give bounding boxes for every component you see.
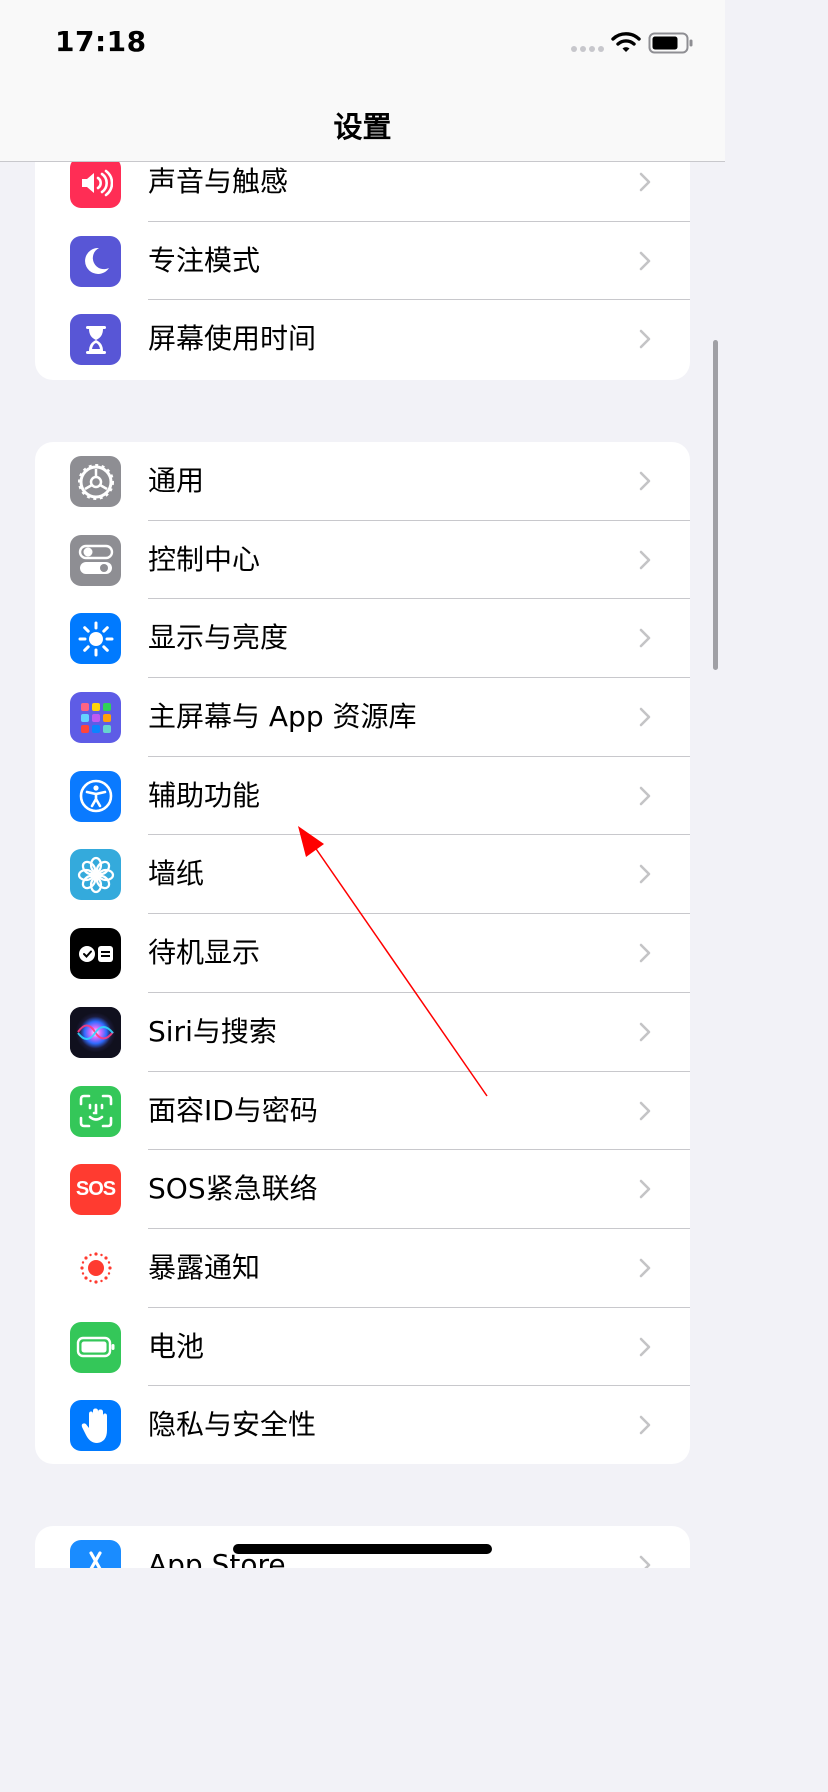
wifi-icon: [611, 32, 641, 52]
settings-row[interactable]: SOS SOS紧急联络: [35, 1150, 690, 1229]
standby-icon: [70, 928, 121, 980]
flower-icon: [70, 849, 121, 901]
settings-row[interactable]: 专注模式: [35, 222, 690, 301]
chevron-right-icon: [638, 549, 652, 575]
sos-icon: SOS: [70, 1164, 121, 1216]
settings-row[interactable]: 电池: [35, 1308, 690, 1387]
toggles-icon: [70, 534, 121, 586]
settings-row-label: 隐私与安全性: [148, 1408, 317, 1442]
settings-row-label: 待机显示: [148, 936, 261, 970]
cellular-signal-icon: [571, 46, 604, 52]
chevron-right-icon: [638, 328, 652, 354]
scroll-indicator[interactable]: [713, 340, 718, 670]
settings-row[interactable]: 显示与亮度: [35, 599, 690, 679]
navigation-header: 17:18 设置: [0, 0, 725, 162]
settings-row-label: 辅助功能: [148, 778, 261, 812]
settings-row[interactable]: 辅助功能: [35, 757, 690, 836]
chevron-right-icon: [638, 171, 652, 197]
chevron-right-icon: [638, 1336, 652, 1362]
chevron-right-icon: [638, 627, 652, 653]
home-indicator[interactable]: [233, 1544, 492, 1554]
gear-icon: [70, 456, 121, 507]
settings-row[interactable]: 屏幕使用时间: [35, 300, 690, 379]
settings-row-label: 主屏幕与 App 资源库: [148, 700, 417, 734]
settings-row[interactable]: 通用: [35, 442, 690, 521]
settings-group-2: 通用控制中心显示与亮度主屏幕与 App 资源库 辅助功能墙纸待机显示 Siri与搜索…: [35, 442, 690, 1464]
settings-row[interactable]: 待机显示: [35, 914, 690, 993]
settings-row-label: SOS紧急联络: [148, 1172, 318, 1206]
faceid-icon: [70, 1085, 121, 1137]
app-grid-icon: [70, 692, 121, 744]
chevron-right-icon: [638, 1414, 652, 1440]
settings-row-label: 专注模式: [148, 243, 261, 277]
chevron-right-icon: [638, 785, 652, 811]
chevron-right-icon: [638, 942, 652, 968]
hourglass-icon: [70, 314, 121, 366]
page-title: 设置: [333, 110, 392, 144]
settings-row-label: 控制中心: [148, 542, 261, 576]
settings-row[interactable]: 面容ID与密码: [35, 1072, 690, 1151]
hand-icon: [70, 1400, 121, 1452]
settings-row-label: 墙纸: [148, 857, 205, 891]
settings-row-label: 面容ID与密码: [148, 1093, 318, 1127]
sos-icon-text: SOS: [75, 1178, 116, 1201]
status-time: 17:18: [55, 25, 147, 58]
sun-icon: [70, 613, 121, 665]
settings-row[interactable]: Siri与搜索: [35, 993, 690, 1072]
settings-row[interactable]: 主屏幕与 App 资源库: [35, 678, 690, 757]
battery-status-icon: [648, 32, 693, 54]
chevron-right-icon: [638, 1178, 652, 1204]
settings-row-label: 屏幕使用时间: [148, 322, 317, 356]
exposure-icon: [70, 1242, 121, 1294]
settings-row[interactable]: 暴露通知: [35, 1229, 690, 1308]
settings-row-label: 显示与亮度: [148, 621, 289, 655]
chevron-right-icon: [638, 470, 652, 496]
settings-row-label: Siri与搜索: [148, 1014, 277, 1048]
battery-icon: [70, 1321, 121, 1373]
chevron-right-icon: [638, 1100, 652, 1126]
settings-row-label: 声音与触感: [148, 165, 289, 198]
chevron-right-icon: [638, 1554, 652, 1568]
chevron-right-icon: [638, 706, 652, 732]
chevron-right-icon: [638, 863, 652, 889]
settings-row[interactable]: 控制中心: [35, 521, 690, 600]
siri-icon: [70, 1006, 121, 1058]
settings-row-label: 电池: [148, 1329, 205, 1363]
settings-row-label: 通用: [148, 464, 205, 497]
accessibility-icon: [70, 770, 121, 822]
settings-row[interactable]: 墙纸: [35, 835, 690, 915]
app-store-icon: [70, 1540, 121, 1568]
settings-group-1: 声音与触感专注模式屏幕使用时间: [35, 144, 690, 380]
chevron-right-icon: [638, 1021, 652, 1047]
chevron-right-icon: [638, 250, 652, 276]
settings-screen: 17:18 设置 声音与触感专注模式屏幕使用时间 通用控制中心显示与亮度主屏幕与…: [0, 0, 725, 1568]
settings-row-label: 暴露通知: [148, 1250, 261, 1284]
chevron-right-icon: [638, 1257, 652, 1283]
settings-row[interactable]: 隐私与安全性: [35, 1386, 690, 1464]
speaker-icon: [70, 157, 121, 208]
moon-icon: [70, 235, 121, 287]
